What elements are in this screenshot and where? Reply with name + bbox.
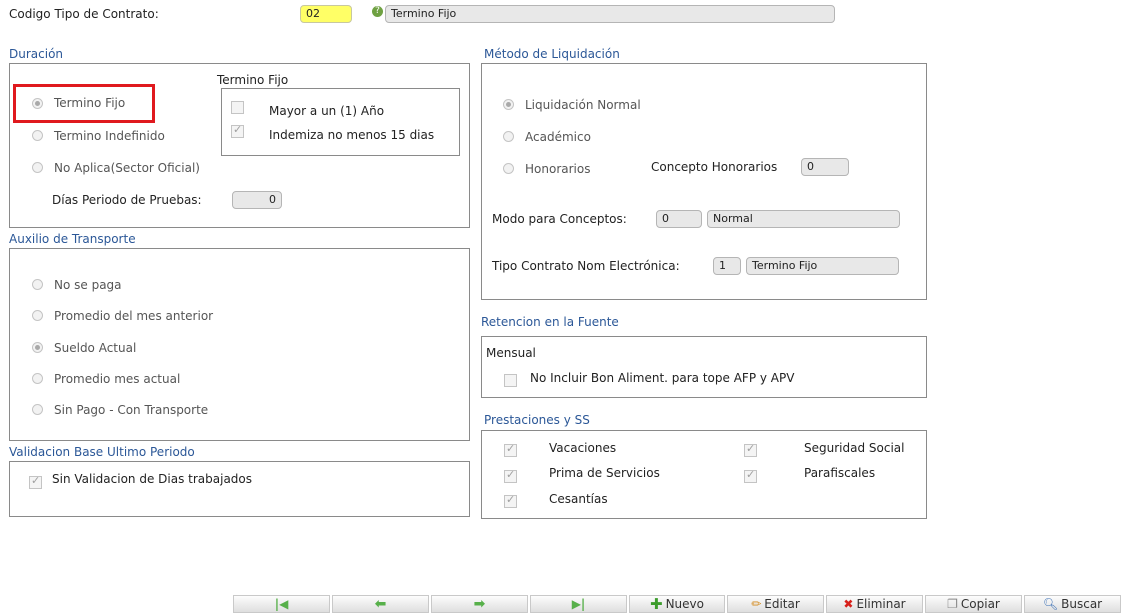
validacion-title: Validacion Base Ultimo Periodo (9, 445, 195, 459)
radio-no-se-paga-label: No se paga (54, 278, 122, 292)
radio-termino-indefinido[interactable] (32, 130, 43, 141)
copy-icon: ❐ (947, 597, 958, 611)
mayor-anio-label: Mayor a un (1) Año (269, 104, 385, 118)
prima-label: Prima de Servicios (549, 466, 660, 480)
retencion-title: Retencion en la Fuente (481, 315, 619, 329)
plus-icon: ✚ (650, 595, 663, 613)
radio-liquidacion-normal[interactable] (503, 99, 514, 110)
buscar-button[interactable]: 🔍︎ Buscar (1024, 595, 1121, 613)
sin-validacion-label: Sin Validacion de Dias trabajados (52, 472, 253, 486)
parafiscales-label: Parafiscales (804, 466, 876, 480)
codigo-input[interactable]: 02 (300, 5, 352, 23)
modo-conceptos-label: Modo para Conceptos: (492, 212, 627, 226)
modo-conceptos-code[interactable]: 0 (656, 210, 702, 228)
radio-liquidacion-normal-label: Liquidación Normal (525, 98, 641, 112)
validacion-panel (9, 461, 470, 517)
prima-checkbox[interactable] (504, 468, 517, 483)
parafiscales-checkbox[interactable] (744, 468, 757, 483)
metodo-title: Método de Liquidación (484, 47, 620, 61)
prestaciones-title: Prestaciones y SS (484, 413, 590, 427)
first-record-button[interactable]: |◀ (233, 595, 330, 613)
seguridad-label: Seguridad Social (804, 441, 905, 455)
vacaciones-label: Vacaciones (549, 441, 617, 455)
radio-promedio-mes-actual[interactable] (32, 373, 43, 384)
seguridad-checkbox[interactable] (744, 442, 757, 457)
concepto-honorarios-label: Concepto Honorarios (651, 160, 778, 174)
radio-promedio-mes-actual-label: Promedio mes actual (54, 372, 181, 386)
highlight-box (13, 84, 155, 123)
duracion-title: Duración (9, 47, 64, 61)
radio-sueldo-actual[interactable] (32, 342, 43, 353)
last-record-icon: ▶| (571, 597, 586, 611)
next-record-button[interactable]: ➡ (431, 595, 528, 613)
retencion-mensual-label: Mensual (486, 346, 536, 360)
retencion-panel (481, 336, 927, 398)
editar-button[interactable]: ✏ Editar (727, 595, 824, 613)
indemniza-label: Indemiza no menos 15 dias (269, 128, 435, 142)
delete-x-icon: ✖ (843, 597, 854, 611)
copiar-label: Copiar (960, 597, 1000, 611)
previous-record-button[interactable]: ⬅ (332, 595, 429, 613)
buscar-label: Buscar (1061, 597, 1103, 611)
radio-no-se-paga[interactable] (32, 279, 43, 290)
termino-fijo-group (221, 88, 460, 156)
tipo-nom-name: Termino Fijo (746, 257, 899, 275)
dias-prueba-label: Días Periodo de Pruebas: (52, 193, 202, 207)
radio-academico[interactable] (503, 131, 514, 142)
radio-sin-pago-label: Sin Pago - Con Transporte (54, 403, 209, 417)
no-incluir-bon-label: No Incluir Bon Aliment. para tope AFP y … (530, 371, 795, 385)
mayor-anio-checkbox[interactable] (231, 101, 244, 114)
help-icon[interactable]: ? (372, 6, 383, 17)
eliminar-label: Eliminar (856, 597, 906, 611)
radio-sueldo-actual-label: Sueldo Actual (54, 341, 137, 355)
sin-validacion-checkbox[interactable] (29, 474, 42, 489)
pencil-icon: ✏ (751, 597, 762, 611)
no-incluir-bon-checkbox[interactable] (504, 374, 517, 387)
radio-no-aplica[interactable] (32, 162, 43, 173)
search-icon: 🔍︎ (1042, 597, 1059, 611)
radio-termino-indefinido-label: Termino Indefinido (54, 129, 165, 143)
cesantias-label: Cesantías (549, 492, 608, 506)
nuevo-label: Nuevo (665, 597, 704, 611)
copiar-button[interactable]: ❐ Copiar (925, 595, 1022, 613)
radio-academico-label: Académico (525, 130, 591, 144)
nuevo-button[interactable]: ✚ Nuevo (629, 595, 725, 613)
arrow-left-icon: ⬅ (374, 596, 387, 612)
radio-promedio-mes-anterior[interactable] (32, 310, 43, 321)
modo-conceptos-name: Normal (707, 210, 900, 228)
radio-honorarios[interactable] (503, 163, 514, 174)
termino-fijo-group-title: Termino Fijo (217, 73, 289, 87)
eliminar-button[interactable]: ✖ Eliminar (826, 595, 923, 613)
vacaciones-checkbox[interactable] (504, 442, 517, 457)
tipo-nom-label: Tipo Contrato Nom Electrónica: (492, 259, 680, 273)
concepto-honorarios-input[interactable]: 0 (801, 158, 849, 176)
radio-honorarios-label: Honorarios (525, 162, 591, 176)
codigo-label: Codigo Tipo de Contrato: (9, 7, 159, 21)
radio-sin-pago[interactable] (32, 404, 43, 415)
arrow-right-icon: ➡ (473, 596, 486, 612)
radio-no-aplica-label: No Aplica(Sector Oficial) (54, 161, 200, 175)
tipo-contrato-name-field: Termino Fijo (385, 5, 835, 23)
indemniza-checkbox[interactable] (231, 123, 244, 138)
auxilio-title: Auxilio de Transporte (9, 232, 136, 246)
editar-label: Editar (764, 597, 800, 611)
tipo-nom-code[interactable]: 1 (713, 257, 741, 275)
first-record-icon: |◀ (274, 597, 289, 611)
cesantias-checkbox[interactable] (504, 493, 517, 508)
dias-prueba-input[interactable]: 0 (232, 191, 282, 209)
radio-promedio-mes-anterior-label: Promedio del mes anterior (54, 309, 214, 323)
last-record-button[interactable]: ▶| (530, 595, 627, 613)
